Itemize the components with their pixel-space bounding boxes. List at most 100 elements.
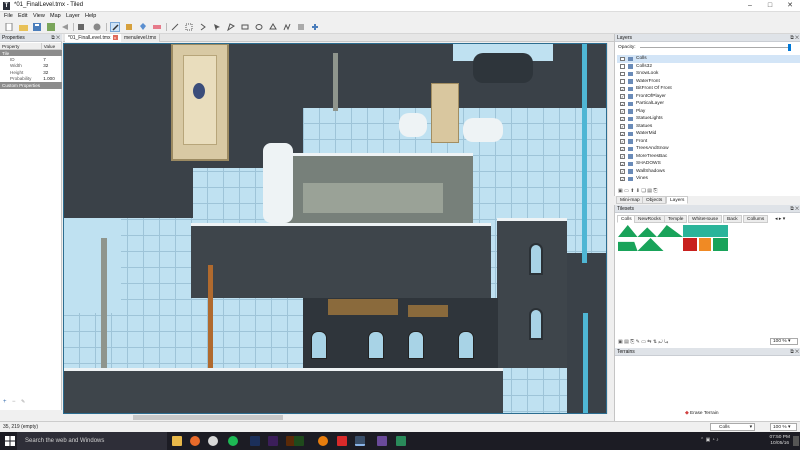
layer-row[interactable]: Colls <box>617 55 800 63</box>
custom-properties-section[interactable]: Custom Properties <box>0 82 62 89</box>
panel-float-close-icons[interactable]: ⧉ ✕ <box>790 348 799 356</box>
layer-visibility-checkbox[interactable]: ✓ <box>620 101 625 106</box>
insert-ellipse-icon[interactable] <box>254 22 264 32</box>
tab-tileset-back[interactable]: Back <box>723 215 742 223</box>
panel-float-close-icons[interactable]: ⧉ ✕ <box>51 34 60 42</box>
map-canvas[interactable] <box>63 43 607 414</box>
insert-polygon-icon[interactable] <box>268 22 278 32</box>
layer-visibility-checkbox[interactable] <box>620 79 625 84</box>
layer-row[interactable]: ✓ BitFront Of Front <box>617 85 800 93</box>
zoom-select[interactable]: 100 % ▾ <box>770 423 797 431</box>
insert-tile-icon[interactable] <box>296 22 306 32</box>
vertical-scrollbar[interactable] <box>607 43 614 414</box>
layer-visibility-checkbox[interactable]: ✓ <box>620 139 625 144</box>
tab-layers[interactable]: Layers <box>666 196 689 204</box>
layer-row[interactable]: ✓ Statues <box>617 123 800 131</box>
magic-wand-icon[interactable] <box>184 22 194 32</box>
opacity-slider[interactable] <box>640 44 791 51</box>
save-icon[interactable] <box>32 22 42 32</box>
scroll-thumb[interactable] <box>133 415 283 420</box>
tileset-actions-icons[interactable]: ▣ ▤ ⎘ ✎ ▭ ⇆ ⇅ ⤾ ⤿ <box>618 339 668 345</box>
visual-studio-icon[interactable] <box>377 436 387 446</box>
terrain-brush-icon[interactable] <box>124 22 134 32</box>
select-objects-icon[interactable] <box>212 22 222 32</box>
windows-start-icon[interactable] <box>5 436 15 446</box>
tab-menu-level[interactable]: menulevel.tmx <box>121 34 161 42</box>
layer-actions-icons[interactable]: ▣ ▭ ⬆ ⬇ ❏ ▤ ⎘ <box>618 188 657 194</box>
bucket-fill-icon[interactable] <box>138 22 148 32</box>
layer-row[interactable]: ✓ SHADOWS <box>617 160 800 168</box>
menu-layer[interactable]: Layer <box>66 12 80 20</box>
tab-tileset-whitehouse[interactable]: WhiteHouse <box>688 215 723 223</box>
layer-row[interactable]: ✓ FrontOfPlayer <box>617 93 800 101</box>
layer-visibility-checkbox[interactable]: ✓ <box>620 94 625 99</box>
layer-visibility-checkbox[interactable]: ✓ <box>620 154 625 159</box>
layer-row[interactable]: ✓ ParticalLayer <box>617 100 800 108</box>
select-same-tile-icon[interactable] <box>198 22 208 32</box>
menu-edit[interactable]: Edit <box>18 12 27 20</box>
open-icon[interactable] <box>18 22 28 32</box>
layer-visibility-checkbox[interactable]: ✓ <box>620 131 625 136</box>
layer-visibility-checkbox[interactable]: ✓ <box>620 169 625 174</box>
minimize-button[interactable]: – <box>740 0 760 12</box>
save-all-icon[interactable] <box>46 22 56 32</box>
notifications-icon[interactable] <box>793 436 799 446</box>
command-icon[interactable] <box>76 22 86 32</box>
erase-terrain-button[interactable]: ◆ Erase Terrain <box>685 411 719 416</box>
rename-property-icon[interactable]: ✎ <box>21 399 25 405</box>
stamp-brush-icon[interactable] <box>110 22 120 32</box>
app-red-icon[interactable] <box>337 436 347 446</box>
tab-tileset-collums[interactable]: Collums <box>743 215 769 223</box>
tiled-icon[interactable] <box>355 436 365 446</box>
layer-visibility-checkbox[interactable]: ✓ <box>620 176 625 181</box>
tab-objects[interactable]: Objects <box>642 196 667 204</box>
text-icon[interactable] <box>310 22 320 32</box>
system-tray-icons[interactable]: ⌃ ▣ ◔ ♪ <box>700 437 719 443</box>
layer-row[interactable]: Colls32 <box>617 63 800 71</box>
layer-visibility-checkbox[interactable]: ✓ <box>620 86 625 91</box>
taskbar-clock[interactable]: 07:50 PM 10/05/16 <box>769 435 790 447</box>
tab-final-level[interactable]: *01_FinalLevel.tmx x <box>65 34 122 42</box>
maximize-button[interactable]: □ <box>760 0 780 12</box>
edit-polygons-icon[interactable] <box>226 22 236 32</box>
close-tab-icon[interactable]: x <box>112 35 118 40</box>
layer-visibility-checkbox[interactable]: ✓ <box>620 161 625 166</box>
menu-view[interactable]: View <box>33 12 45 20</box>
layer-visibility-checkbox[interactable]: ✓ <box>620 146 625 151</box>
tileset-zoom-select[interactable]: 100 % ▾ <box>770 338 798 345</box>
dreamweaver-icon[interactable] <box>294 436 304 446</box>
eraser-icon[interactable] <box>152 22 162 32</box>
layer-row[interactable]: ✓ WallShadows <box>617 168 800 176</box>
layer-row[interactable]: ✓ Vines <box>617 175 800 183</box>
layer-visibility-checkbox[interactable] <box>620 71 625 76</box>
tab-tileset-temple[interactable]: Temple <box>664 215 688 223</box>
tab-mini-map[interactable]: Mini-map <box>616 196 644 204</box>
opacity-slider-handle[interactable] <box>788 44 791 51</box>
insert-rect-icon[interactable] <box>240 22 250 32</box>
current-layer-select[interactable]: Colls ▾ <box>710 423 755 431</box>
menu-help[interactable]: Help <box>85 12 96 20</box>
tab-tileset-newrocks[interactable]: NewRocks <box>634 215 665 223</box>
table-row[interactable]: Probability 1.000 <box>0 76 62 83</box>
spotify-icon[interactable] <box>228 436 238 446</box>
remove-property-icon[interactable]: − <box>12 399 16 405</box>
add-property-icon[interactable]: + <box>3 399 7 405</box>
insert-polyline-icon[interactable] <box>282 22 292 32</box>
panel-float-close-icons[interactable]: ⧉ ✕ <box>790 205 799 213</box>
horizontal-scrollbar[interactable] <box>63 414 607 421</box>
panel-float-close-icons[interactable]: ⧉ ✕ <box>790 34 799 42</box>
layer-visibility-checkbox[interactable] <box>620 64 625 69</box>
menu-file[interactable]: File <box>4 12 13 20</box>
tab-tileset-colls[interactable]: Colls <box>617 215 636 223</box>
app-green-icon[interactable] <box>396 436 406 446</box>
blender-icon[interactable] <box>318 436 328 446</box>
layer-row[interactable]: ✓ Front <box>617 138 800 146</box>
file-explorer-icon[interactable] <box>172 436 182 446</box>
layer-row[interactable]: ✓ TreesAndSnow <box>617 145 800 153</box>
layer-row[interactable]: SnowLook <box>617 70 800 78</box>
premiere-icon[interactable] <box>268 436 278 446</box>
rect-select-icon[interactable] <box>170 22 180 32</box>
layer-row[interactable]: WaterFront <box>617 78 800 86</box>
close-button[interactable]: ✕ <box>780 0 800 12</box>
photoshop-icon[interactable] <box>250 436 260 446</box>
